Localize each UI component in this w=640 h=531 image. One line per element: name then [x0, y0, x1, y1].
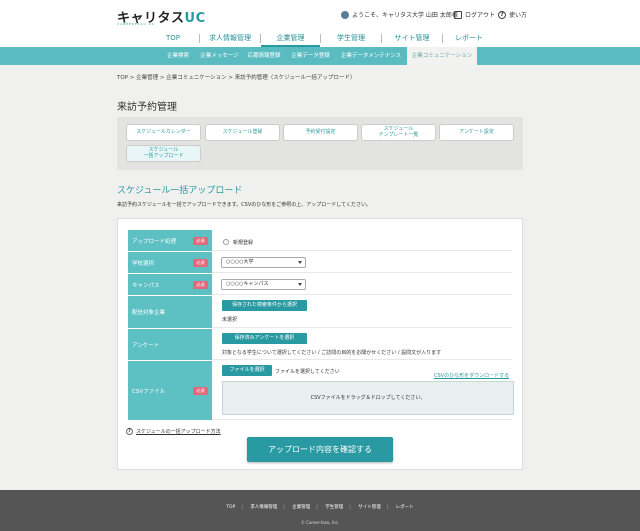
school-select[interactable]: ○○○○大学: [221, 257, 306, 268]
select-saved-survey-button[interactable]: 保存済みアンケートを選択: [222, 333, 307, 344]
row-survey: アンケート 保存済みアンケートを選択 対象となる学生について選択してください /…: [128, 328, 512, 360]
upload-mode-label: アップロード処理: [132, 238, 177, 245]
campus-select[interactable]: ○○○○キャンパス: [221, 279, 306, 290]
chevron-down-icon: [298, 261, 302, 264]
section-title: スケジュール一括アップロード: [117, 186, 243, 196]
logout-link[interactable]: ログアウト: [454, 10, 495, 19]
survey-label: アンケート: [132, 342, 160, 349]
footer-link-company[interactable]: 企業管理: [286, 505, 316, 510]
main-nav: TOP 求人情報管理 企業管理 学生管理 サイト管理 レポート: [0, 30, 640, 47]
nav-company[interactable]: 企業管理: [261, 30, 320, 47]
nav-site[interactable]: サイト管理: [382, 30, 442, 47]
subnav-company-message[interactable]: 企業メッセージ: [197, 47, 242, 65]
subnav-company-search[interactable]: 企業検索: [160, 47, 196, 65]
help-link[interactable]: ? 使い方: [498, 10, 527, 19]
page-title: 来訪予約管理: [117, 102, 177, 113]
copyright: © Career-tasu, Inc.: [300, 520, 340, 525]
select-saved-search-button[interactable]: 保存された検索条件から選択: [222, 300, 307, 311]
tab-schedule-register[interactable]: スケジュール登録: [205, 124, 280, 141]
target-label: 配信対象企業: [132, 310, 166, 316]
target-status: 未選択: [222, 317, 238, 323]
nav-report[interactable]: レポート: [443, 30, 495, 47]
row-campus: キャンパス 必須 ○○○○キャンパス: [128, 273, 512, 295]
question-icon: ?: [126, 428, 133, 435]
row-upload-mode: アップロード処理 必須 新規登録: [128, 229, 512, 251]
csv-drop-zone[interactable]: CSVファイルをドラッグ＆ドロップしてください。: [222, 381, 514, 415]
new-register-radio[interactable]: [223, 239, 229, 245]
nav-student[interactable]: 学生管理: [321, 30, 381, 47]
row-csv-file: CSVファイル 必須 ファイルを選択 ファイルを選択してください CSVのひな形を…: [128, 360, 514, 420]
required-badge: 必須: [193, 258, 208, 267]
welcome-area: ようこそ、キャリタス大学 山田 太郎様: [341, 10, 458, 19]
logo-subtitle: CAREERTASU UC: [117, 22, 155, 26]
subnav-company-data-maintenance[interactable]: 企業データメンテナンス: [336, 47, 406, 65]
help-icon: ?: [498, 10, 506, 19]
tab-schedule-bulk-upload[interactable]: スケジュール 一括アップロード: [126, 145, 201, 162]
footer-nav: TOP | 求人情報管理 | 企業管理 | 学生管理 | サイト管理 | レポート: [0, 504, 640, 510]
required-badge: 必須: [193, 280, 208, 289]
campus-label: キャンパス: [132, 282, 160, 289]
csv-label: CSVファイル: [132, 388, 166, 395]
tab-reservation-settings[interactable]: 予約受付設定: [283, 124, 358, 141]
subnav-application-entry[interactable]: 応募情報登録: [243, 47, 285, 65]
row-school: 学校選択 必須 ○○○○大学: [128, 251, 512, 273]
breadcrumb[interactable]: TOP > 企業管理 > 企業コミュニケーション > 来訪予約管理（スケジュール…: [117, 73, 355, 81]
new-register-label: 新規登録: [233, 240, 254, 246]
footer: TOP | 求人情報管理 | 企業管理 | 学生管理 | サイト管理 | レポート © C…: [0, 490, 640, 531]
row-target-companies: 配信対象企業 保存された検索条件から選択 未選択: [128, 295, 512, 328]
school-label: 学校選択: [132, 260, 155, 267]
required-badge: 必須: [193, 386, 208, 395]
file-placeholder: ファイルを選択してください: [275, 369, 340, 375]
survey-note: 対象となる学生について選択してください / ご訪問の目的をお聞かせください / …: [222, 350, 442, 356]
footer-link-student[interactable]: 学生管理: [319, 505, 349, 510]
logout-icon: [454, 10, 462, 19]
nav-top[interactable]: TOP: [147, 30, 199, 47]
tab-group: スケジュールカレンダー スケジュール登録 予約受付設定 スケジュール テンプレー…: [117, 117, 523, 170]
footer-link-report[interactable]: レポート: [390, 505, 420, 510]
section-description: 来訪予約スケジュールを一括でアップロードできます。CSVのひな形をご参照の上、ア…: [117, 202, 371, 208]
welcome-text: ようこそ、キャリタス大学 山田 太郎様: [352, 12, 458, 19]
footer-link-site[interactable]: サイト管理: [352, 505, 387, 510]
confirm-upload-button[interactable]: アップロード内容を確認する: [247, 437, 393, 462]
tab-survey-settings[interactable]: アンケート設定: [439, 124, 514, 141]
tab-schedule-templates[interactable]: スケジュール テンプレート一覧: [361, 124, 436, 141]
subnav-company-data-entry[interactable]: 企業データ登録: [286, 47, 335, 65]
sub-nav: 企業検索 企業メッセージ 応募情報登録 企業データ登録 企業データメンテナンス …: [0, 47, 640, 65]
tab-schedule-calendar[interactable]: スケジュールカレンダー: [126, 124, 201, 141]
header: キャリタスUC CAREERTASU UC ようこそ、キャリタス大学 山田 太郎…: [0, 0, 640, 30]
footer-link-top[interactable]: TOP: [220, 505, 241, 510]
nav-job-info[interactable]: 求人情報管理: [200, 30, 260, 47]
user-icon: [341, 10, 349, 19]
required-badge: 必須: [193, 236, 208, 245]
footer-link-job-info[interactable]: 求人情報管理: [244, 505, 283, 510]
choose-file-button[interactable]: ファイルを選択: [222, 365, 272, 376]
bulk-upload-help-link[interactable]: ? スケジュールの一括アップロード方法: [126, 428, 221, 435]
chevron-down-icon: [298, 283, 302, 286]
csv-template-download-link[interactable]: CSVのひな形をダウンロードする: [434, 372, 509, 379]
subnav-company-communication[interactable]: 企業コミュニケーション: [407, 47, 477, 65]
